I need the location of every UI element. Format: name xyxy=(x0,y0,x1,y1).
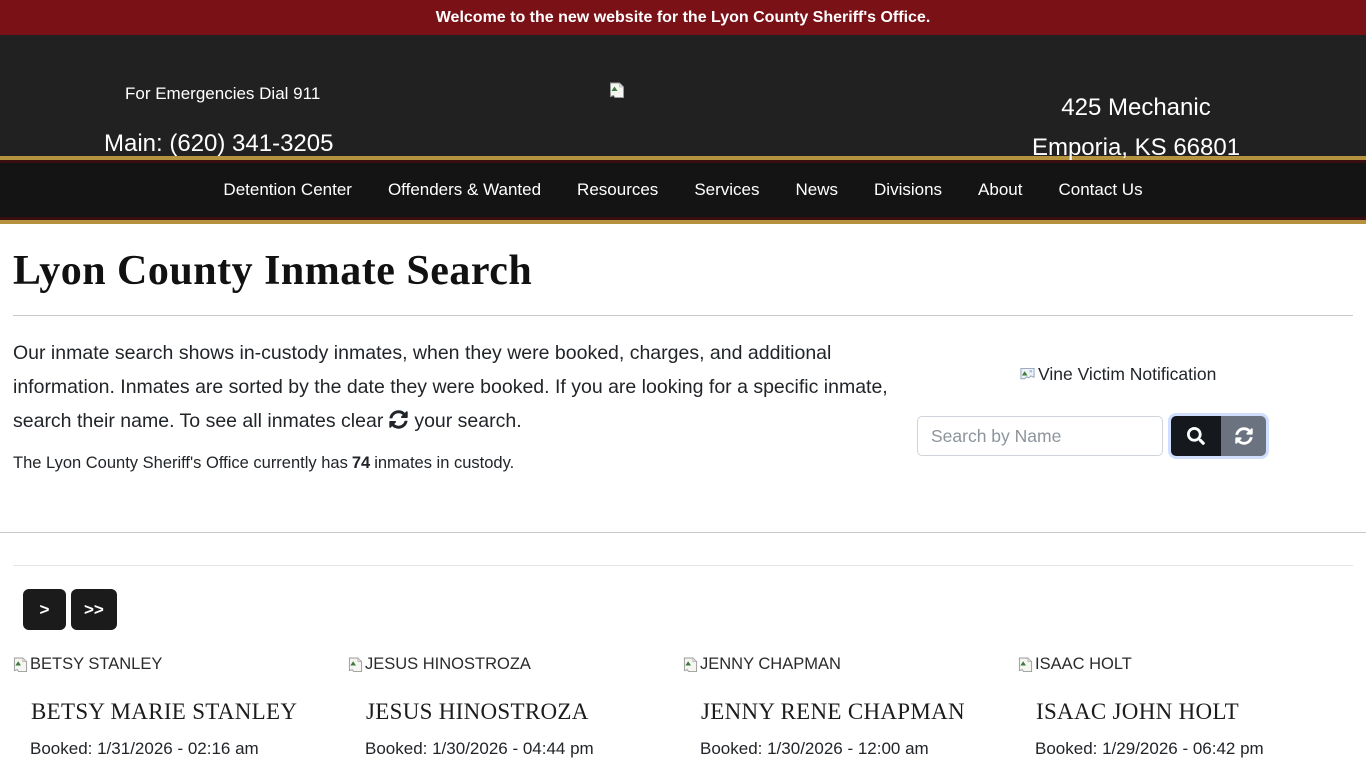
nav-item-resources[interactable]: Resources xyxy=(559,160,676,220)
divider-under-title xyxy=(13,315,1353,316)
inmate-search-row xyxy=(917,416,1266,456)
inmate-name: BETSY MARIE STANLEY xyxy=(31,699,298,724)
inmate-booked-date: Booked: 1/30/2026 - 04:44 pm xyxy=(365,739,594,758)
search-column: Vine Victim Notification xyxy=(900,336,1353,476)
inmate-photo-alt: JENNY CHAPMAN xyxy=(683,655,1018,674)
inmate-name: JESUS HINOSTROZA xyxy=(366,699,589,724)
broken-image-icon xyxy=(348,656,363,673)
inmate-card[interactable]: JESUS HINOSTROZA JESUS HINOSTROZA Booked… xyxy=(348,655,683,759)
vine-label: Vine Victim Notification xyxy=(1038,364,1217,384)
inmate-booked-date: Booked: 1/31/2026 - 02:16 am xyxy=(30,739,259,758)
address-block: 425 Mechanic Emporia, KS 66801 xyxy=(1016,88,1256,168)
address-line-2: Emporia, KS 66801 xyxy=(1031,134,1241,161)
inmate-booked-date: Booked: 1/29/2026 - 06:42 pm xyxy=(1035,739,1264,758)
divider-light xyxy=(13,565,1353,566)
count-text-before: The Lyon County Sheriff's Office current… xyxy=(13,454,348,472)
nav-item-offenders-wanted[interactable]: Offenders & Wanted xyxy=(370,160,559,220)
inmate-photo-alt: BETSY STANLEY xyxy=(13,655,348,674)
search-button[interactable] xyxy=(1171,416,1221,456)
inmate-name: ISAAC JOHN HOLT xyxy=(1036,699,1239,724)
inmate-photo-alt: JESUS HINOSTROZA xyxy=(348,655,683,674)
broken-image-icon xyxy=(1020,367,1035,382)
phone-number[interactable]: Main: (620) 341-3205 xyxy=(104,130,333,158)
clear-search-button[interactable] xyxy=(1221,416,1266,456)
intro-paragraph: Our inmate search shows in-custody inmat… xyxy=(13,336,898,438)
divider-section xyxy=(0,532,1366,533)
content-row: Our inmate search shows in-custody inmat… xyxy=(0,336,1366,476)
emergency-text: For Emergencies Dial 911 xyxy=(125,84,321,103)
count-text-after: inmates in custody. xyxy=(374,454,515,472)
refresh-icon xyxy=(389,410,409,429)
nav-item-services[interactable]: Services xyxy=(676,160,777,220)
inmate-alt-text: ISAAC HOLT xyxy=(1035,655,1132,673)
search-input[interactable] xyxy=(917,416,1163,456)
nav-item-about[interactable]: About xyxy=(960,160,1040,220)
inmate-count-line: The Lyon County Sheriff's Office current… xyxy=(13,454,900,473)
site-header: For Emergencies Dial 911 Main: (620) 341… xyxy=(0,35,1366,161)
next-page-button[interactable]: > xyxy=(23,589,66,630)
nav-item-contact-us[interactable]: Contact Us xyxy=(1040,160,1160,220)
inmate-alt-text: JESUS HINOSTROZA xyxy=(365,655,531,673)
inmate-photo-alt: ISAAC HOLT xyxy=(1018,655,1353,674)
announcement-text: Welcome to the new website for the Lyon … xyxy=(435,8,931,26)
inmate-card-list: BETSY STANLEY BETSY MARIE STANLEY Booked… xyxy=(0,655,1366,759)
broken-logo-image-icon xyxy=(609,82,625,99)
nav-item-news[interactable]: News xyxy=(778,160,857,220)
refresh-icon xyxy=(1234,427,1253,445)
broken-image-icon xyxy=(683,656,698,673)
inmate-alt-text: JENNY CHAPMAN xyxy=(700,655,841,673)
last-page-button[interactable]: >> xyxy=(71,589,117,630)
inmate-name: JENNY RENE CHAPMAN xyxy=(701,699,965,724)
search-icon xyxy=(1187,427,1205,445)
inmate-count: 74 xyxy=(351,454,371,472)
inmate-card[interactable]: BETSY STANLEY BETSY MARIE STANLEY Booked… xyxy=(13,655,348,759)
nav-item-divisions[interactable]: Divisions xyxy=(856,160,960,220)
inmate-card[interactable]: ISAAC HOLT ISAAC JOHN HOLT Booked: 1/29/… xyxy=(1018,655,1353,759)
announcement-banner: Welcome to the new website for the Lyon … xyxy=(0,0,1366,35)
address-line-1: 425 Mechanic xyxy=(1061,94,1211,121)
inmate-booked-date: Booked: 1/30/2026 - 12:00 am xyxy=(700,739,929,758)
search-button-group xyxy=(1171,416,1266,456)
page-title: Lyon County Inmate Search xyxy=(13,248,533,294)
vine-victim-notification-link[interactable]: Vine Victim Notification xyxy=(1020,364,1216,385)
broken-image-icon xyxy=(1018,656,1033,673)
inmate-alt-text: BETSY STANLEY xyxy=(30,655,163,673)
nav-item-detention-center[interactable]: Detention Center xyxy=(205,160,370,220)
inmate-card[interactable]: JENNY CHAPMAN JENNY RENE CHAPMAN Booked:… xyxy=(683,655,1018,759)
pagination: > >> xyxy=(23,589,1366,630)
intro-column: Our inmate search shows in-custody inmat… xyxy=(0,336,900,476)
intro-text-after: your search. xyxy=(414,410,522,432)
broken-image-icon xyxy=(13,656,28,673)
